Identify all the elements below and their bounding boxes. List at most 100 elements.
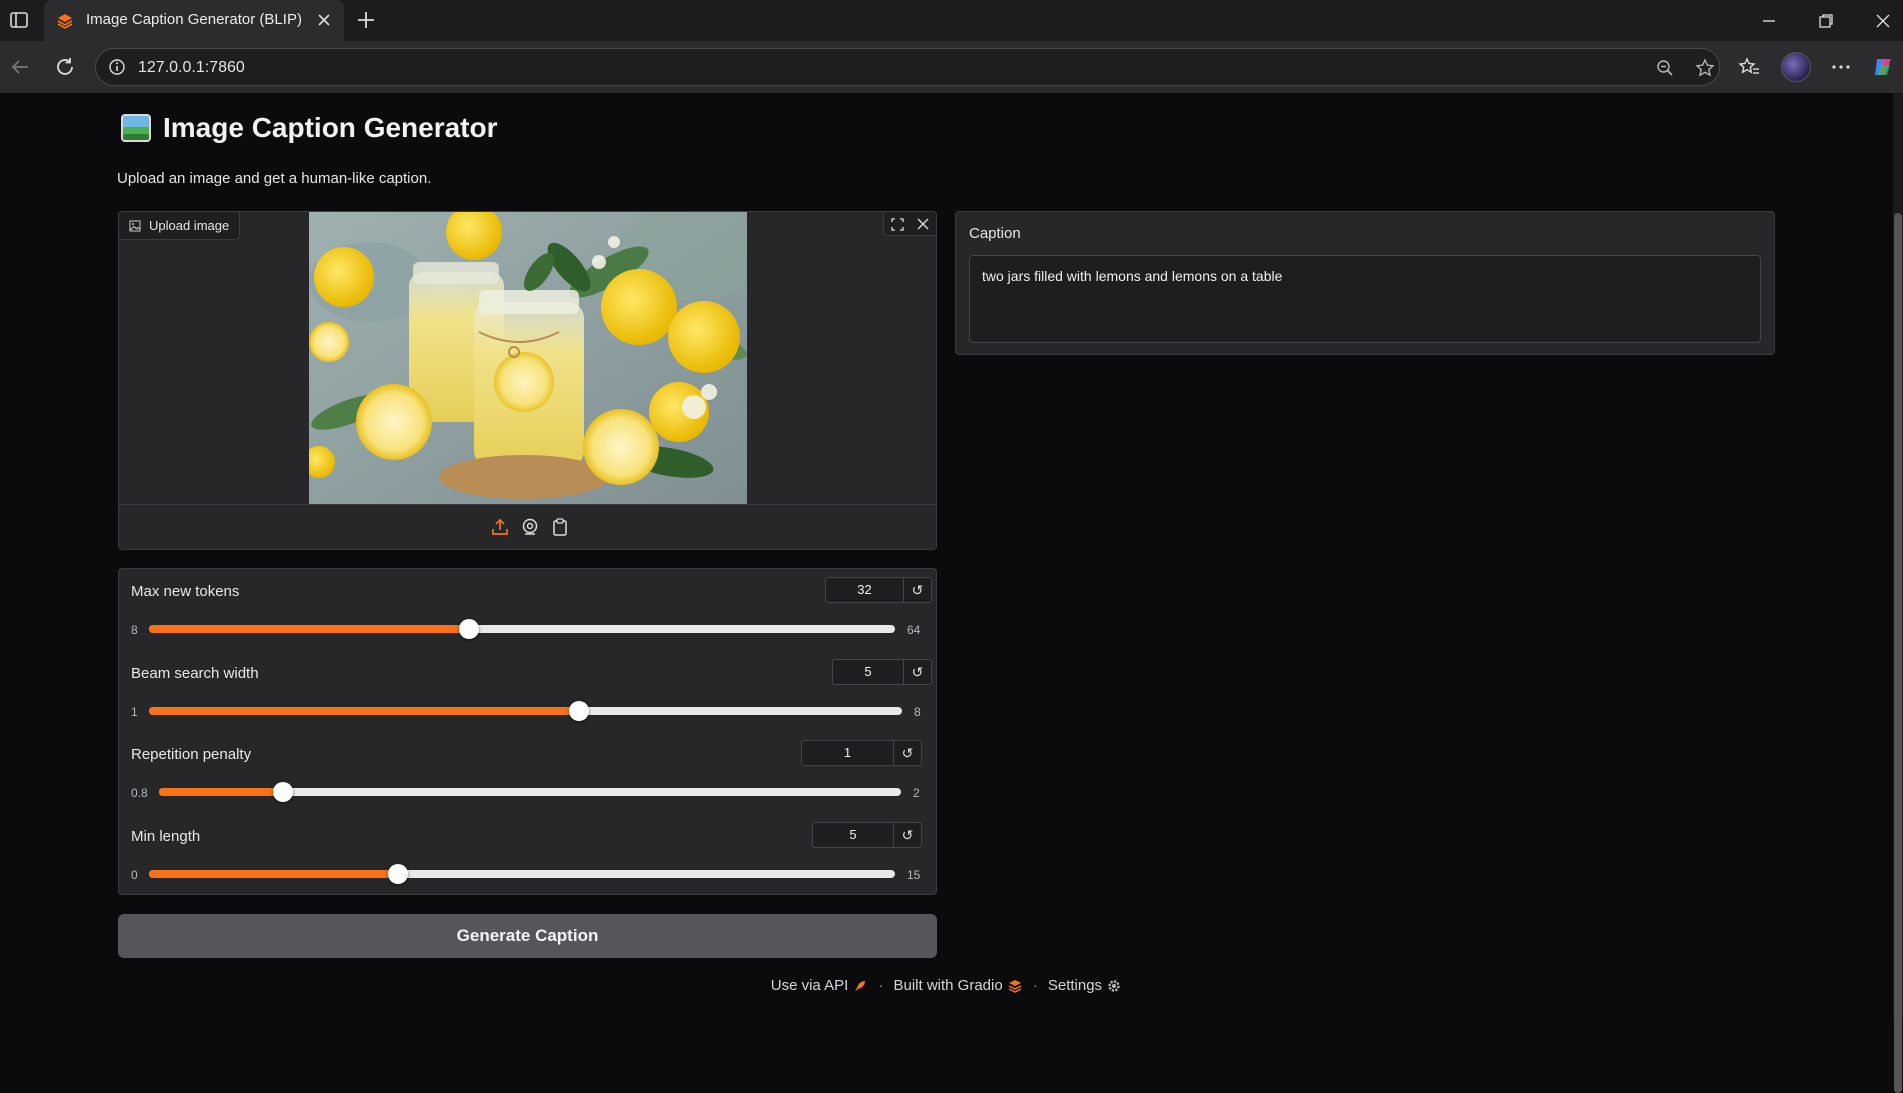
close-icon	[917, 218, 929, 230]
slider-min-length: Min length 5 ↺ 0 15	[131, 814, 926, 886]
number-value[interactable]: 5	[833, 660, 903, 684]
favorites-icon[interactable]	[1737, 55, 1761, 79]
clipboard-icon[interactable]	[550, 517, 570, 537]
gradio-logo-icon	[1008, 980, 1022, 993]
rocket-icon	[855, 981, 866, 992]
slider-thumb[interactable]	[272, 782, 293, 802]
slider-track[interactable]	[159, 782, 901, 802]
number-value[interactable]: 1	[802, 741, 893, 765]
back-icon[interactable]	[8, 55, 32, 79]
gear-icon	[1108, 980, 1120, 992]
range-min: 0	[131, 868, 138, 882]
scrollbar-thumb[interactable]	[1894, 213, 1902, 1093]
slider-repetition-penalty: Repetition penalty 1 ↺ 0.8 2	[131, 732, 926, 804]
gradio-footer: Use via API · Built with Gradio · Settin…	[0, 977, 1893, 994]
image-input-label: Upload image	[119, 212, 241, 240]
upload-icon[interactable]	[490, 517, 510, 537]
slider-label: Min length	[131, 828, 201, 845]
tab-actions-icon[interactable]	[8, 9, 30, 31]
number-value[interactable]: 32	[826, 578, 903, 602]
upload-image-label: Upload image	[149, 218, 230, 233]
number-input[interactable]: 5 ↺	[832, 659, 932, 685]
gradio-favicon-icon	[57, 14, 73, 29]
use-via-api-link[interactable]: Use via API	[771, 977, 869, 994]
lemonade-photo	[309, 212, 747, 504]
slider-label: Max new tokens	[131, 583, 240, 600]
separator-dot: ·	[1032, 977, 1038, 995]
clear-image-button[interactable]	[910, 212, 936, 236]
caption-label: Caption	[969, 225, 1021, 242]
zoom-out-icon[interactable]	[1655, 58, 1675, 78]
slider-fill	[149, 870, 398, 878]
slider-track[interactable]	[149, 701, 902, 721]
page-scrollbar[interactable]	[1893, 93, 1903, 1093]
slider-max-new-tokens: Max new tokens 32 ↺ 8 64	[131, 569, 932, 641]
site-info-icon[interactable]	[108, 58, 126, 76]
image-corner-controls	[883, 212, 936, 236]
app-header: Image Caption Generator	[121, 112, 498, 144]
new-tab-icon[interactable]	[354, 8, 378, 32]
profile-avatar[interactable]	[1781, 52, 1811, 82]
page-title: Image Caption Generator	[163, 112, 498, 143]
caption-textbox[interactable]: two jars filled with lemons and lemons o…	[969, 255, 1761, 343]
slider-fill	[159, 788, 283, 796]
slider-thumb[interactable]	[458, 619, 479, 639]
favorite-star-icon[interactable]	[1695, 58, 1715, 78]
number-input[interactable]: 5 ↺	[812, 822, 922, 848]
range-min: 1	[131, 705, 138, 719]
fullscreen-button[interactable]	[884, 212, 910, 236]
image-upload-panel[interactable]: Upload image	[118, 211, 937, 550]
image-icon	[129, 220, 141, 231]
address-toolbar: 127.0.0.1:7860	[0, 41, 1903, 93]
framed-picture-icon	[121, 114, 151, 142]
number-input[interactable]: 1 ↺	[801, 740, 922, 766]
browser-tab-bar: Image Caption Generator (BLIP)	[0, 0, 1903, 41]
address-bar[interactable]: 127.0.0.1:7860	[95, 48, 1720, 86]
uploaded-image-preview	[309, 212, 747, 504]
image-source-bar	[119, 504, 936, 549]
tab-title: Image Caption Generator (BLIP)	[86, 11, 302, 28]
generate-caption-button[interactable]: Generate Caption	[118, 914, 937, 958]
slider-fill	[149, 707, 580, 715]
minimize-icon[interactable]	[1758, 10, 1780, 32]
browser-tab[interactable]: Image Caption Generator (BLIP)	[44, 0, 344, 41]
refresh-icon[interactable]	[53, 55, 77, 79]
caption-output-panel: Caption two jars filled with lemons and …	[955, 211, 1775, 355]
range-min: 8	[131, 623, 138, 637]
slider-track[interactable]	[149, 864, 895, 884]
number-input[interactable]: 32 ↺	[825, 577, 932, 603]
slider-track[interactable]	[149, 619, 895, 639]
url-text: 127.0.0.1:7860	[138, 59, 245, 76]
webcam-icon[interactable]	[520, 517, 540, 537]
range-min: 0.8	[131, 786, 148, 800]
slider-thumb[interactable]	[387, 864, 408, 884]
range-max: 64	[907, 623, 921, 637]
close-window-icon[interactable]	[1872, 10, 1894, 32]
app-description: Upload an image and get a human-like cap…	[117, 170, 432, 187]
slider-fill	[149, 625, 469, 633]
slider-label: Repetition penalty	[131, 746, 252, 763]
range-max: 2	[913, 786, 920, 800]
slider-thumb[interactable]	[569, 701, 590, 721]
slider-beam-search-width: Beam search width 5 ↺ 1 8	[131, 651, 932, 723]
range-max: 15	[907, 868, 921, 882]
use-via-api-label: Use via API	[770, 977, 849, 994]
number-value[interactable]: 5	[813, 823, 893, 847]
built-with-gradio-link[interactable]: Built with Gradio	[893, 977, 1022, 994]
restore-icon[interactable]	[1815, 10, 1837, 32]
settings-label: Settings	[1047, 977, 1103, 994]
close-tab-icon[interactable]	[314, 10, 334, 30]
reset-icon[interactable]: ↺	[893, 741, 921, 765]
generation-settings-panel: Max new tokens 32 ↺ 8 64 Beam search wid…	[118, 568, 937, 895]
reset-icon[interactable]: ↺	[893, 823, 921, 847]
copilot-icon[interactable]	[1871, 55, 1895, 79]
range-max: 8	[914, 705, 921, 719]
separator-dot: ·	[878, 977, 884, 995]
more-menu-icon[interactable]	[1829, 55, 1853, 79]
built-with-gradio-label: Built with Gradio	[893, 977, 1003, 994]
reset-icon[interactable]: ↺	[903, 578, 931, 602]
slider-label: Beam search width	[131, 665, 259, 682]
settings-link[interactable]: Settings	[1048, 977, 1122, 994]
reset-icon[interactable]: ↺	[903, 660, 931, 684]
fullscreen-icon	[890, 217, 904, 231]
